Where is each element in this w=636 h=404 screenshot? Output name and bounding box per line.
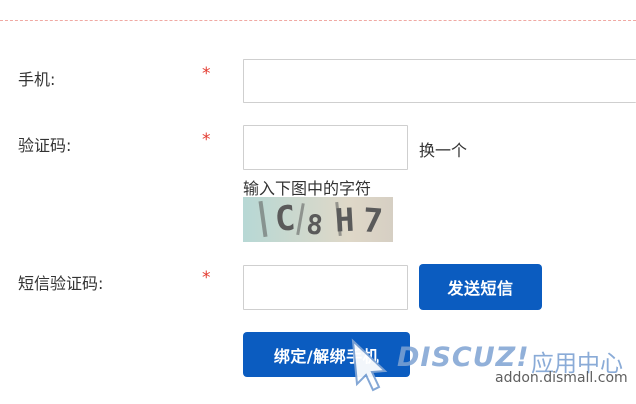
captcha-input[interactable] — [243, 125, 408, 170]
phone-input[interactable] — [243, 59, 636, 103]
watermark-brand-suffix: 应用中心 — [531, 351, 623, 377]
svg-text:7: 7 — [362, 200, 385, 240]
sms-code-required-mark: * — [202, 268, 211, 288]
sms-code-label: 短信验证码: — [18, 274, 104, 293]
captcha-required-mark: * — [202, 130, 211, 150]
send-sms-button[interactable]: 发送短信 — [419, 264, 542, 310]
sms-code-input[interactable] — [243, 265, 408, 310]
svg-text:C: C — [274, 198, 297, 239]
captcha-image[interactable]: C 8 H 7 — [243, 197, 393, 242]
watermark-url: addon.dismall.com — [495, 370, 628, 386]
svg-text:H: H — [334, 201, 355, 240]
watermark-brand: DISCUZ! — [397, 342, 530, 373]
captcha-glyphs: C 8 H 7 — [258, 198, 385, 242]
refresh-captcha-link[interactable]: 换一个 — [419, 137, 467, 161]
svg-text:8: 8 — [305, 209, 324, 242]
bind-unbind-phone-button[interactable]: 绑定/解绑手机 — [243, 332, 410, 377]
top-dashed-divider — [0, 20, 636, 21]
phone-label: 手机: — [18, 70, 56, 89]
phone-required-mark: * — [202, 64, 211, 84]
captcha-hint: 输入下图中的字符 — [243, 179, 372, 198]
captcha-label: 验证码: — [18, 136, 72, 155]
phone-binding-form: 手机: * 验证码: * 换一个 输入下图中的字符 C 8 H 7 短信验证码:… — [0, 0, 636, 404]
